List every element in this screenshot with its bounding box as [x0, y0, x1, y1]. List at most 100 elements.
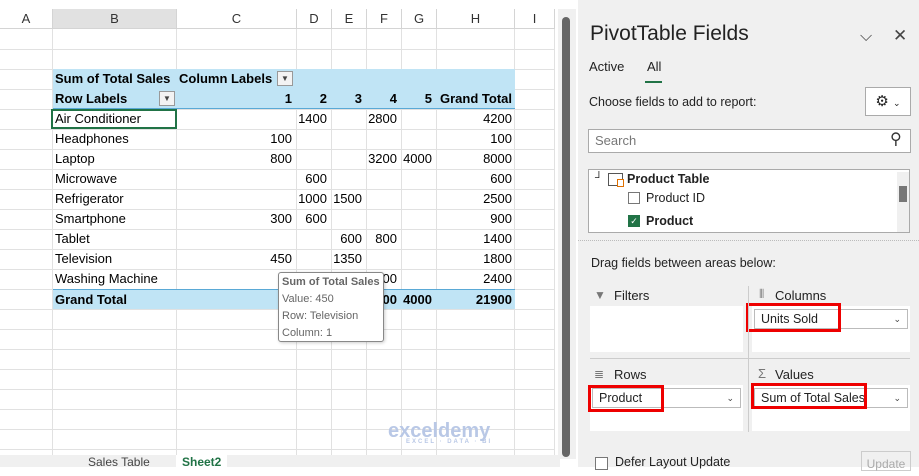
defer-layout-checkbox[interactable] — [595, 457, 608, 470]
row-total-cell[interactable]: 8000 — [483, 149, 512, 169]
row-label[interactable]: Laptop — [55, 149, 95, 169]
pivot-data-row: Tablet 600 800 1400 — [53, 229, 515, 249]
row-total-cell[interactable]: 2500 — [483, 189, 512, 209]
search-input[interactable]: Search — [588, 129, 911, 153]
row-total-cell[interactable]: 900 — [490, 209, 512, 229]
grid-line — [0, 449, 555, 450]
column-header-d[interactable]: D — [297, 9, 332, 29]
row-label[interactable]: Smartphone — [55, 209, 126, 229]
spreadsheet-grid[interactable]: ABCDEFGHI Sum of Total Sales Column Label… — [0, 0, 578, 467]
tab-all[interactable]: All — [647, 59, 661, 74]
tooltip-value: Value: 450 — [282, 293, 334, 305]
field-list: ┘ Product Table Product ID ✓ Product — [588, 169, 910, 233]
column-header-e[interactable]: E — [332, 9, 367, 29]
row-total-cell[interactable]: 2400 — [483, 269, 512, 289]
filters-drop-area[interactable] — [590, 306, 743, 352]
sheet-tab-sales-table[interactable]: Sales Table — [88, 455, 150, 467]
sigma-icon: Σ — [758, 366, 767, 381]
column-key-header: 4 — [389, 91, 397, 106]
column-header-b[interactable]: B — [53, 9, 177, 29]
chevron-down-icon[interactable]: ⌄ — [893, 389, 901, 407]
value-cell[interactable]: 800 — [270, 149, 292, 169]
search-icon[interactable]: ⚲ — [890, 129, 902, 149]
value-cell[interactable]: 2800 — [368, 109, 397, 129]
value-cell[interactable]: 3200 — [368, 149, 397, 169]
grid-line — [0, 409, 555, 410]
close-icon[interactable]: ✕ — [893, 26, 907, 46]
row-label[interactable]: Refrigerator — [55, 189, 124, 209]
value-cell[interactable]: 600 — [340, 229, 362, 249]
pivot-header-row: Sum of Total Sales Column Labels ▼ — [53, 69, 515, 89]
pane-title: PivotTable Fields — [590, 22, 749, 45]
value-cell[interactable]: 4000 — [403, 149, 432, 169]
pivot-data-row: Laptop 800 3200 4000 8000 — [53, 149, 515, 169]
table-icon — [608, 173, 624, 187]
field-label-product-id: Product ID — [646, 191, 706, 205]
filters-area-label: Filters — [614, 288, 650, 303]
row-label[interactable]: Television — [55, 249, 112, 269]
pivot-data-row: Smartphone 300 600 900 — [53, 209, 515, 229]
row-total-cell[interactable]: 600 — [490, 169, 512, 189]
cell-tooltip: Sum of Total Sales Value: 450 Row: Telev… — [278, 272, 384, 342]
gear-icon: ⚙ — [875, 93, 889, 110]
tooltip-column: Column: 1 — [282, 327, 333, 339]
column-header-i[interactable]: I — [515, 9, 555, 29]
pivot-data-row: Television 450 1350 1800 — [53, 249, 515, 269]
value-cell[interactable]: 1350 — [333, 249, 362, 269]
sheet-tab-sheet2[interactable]: Sheet2 — [176, 455, 228, 467]
row-total-cell[interactable]: 100 — [490, 129, 512, 149]
value-cell[interactable]: 1400 — [298, 109, 327, 129]
row-label[interactable]: Washing Machine — [55, 269, 158, 289]
active-tab-indicator — [645, 81, 662, 83]
value-cell[interactable]: 00 — [383, 269, 397, 289]
grid-line — [554, 29, 555, 455]
vertical-scrollbar[interactable] — [558, 9, 576, 459]
field-checkbox-product-id[interactable] — [628, 192, 640, 204]
row-label[interactable]: Tablet — [55, 229, 90, 249]
value-cell[interactable]: 600 — [305, 209, 327, 229]
tab-active[interactable]: Active — [589, 59, 624, 74]
value-cell[interactable]: 1500 — [333, 189, 362, 209]
row-labels-filter-button[interactable]: ▼ — [159, 91, 175, 106]
column-header-g[interactable]: G — [402, 9, 437, 29]
value-cell[interactable]: 1000 — [298, 189, 327, 209]
scrollbar-thumb[interactable] — [562, 17, 570, 457]
settings-gear-button[interactable]: ⚙ ⌄ — [865, 87, 911, 116]
value-cell[interactable]: 800 — [375, 229, 397, 249]
row-total-cell[interactable]: 4200 — [483, 109, 512, 129]
values-area-label: Values — [775, 367, 814, 382]
chevron-down-icon[interactable]: ⌄ — [893, 310, 901, 328]
watermark-logo: exceldemy EXCEL · DATA · BI — [388, 420, 493, 445]
column-key-header: 1 — [284, 91, 292, 106]
row-total-cell[interactable]: 1400 — [483, 229, 512, 249]
row-label[interactable]: Headphones — [55, 129, 129, 149]
rows-icon: ≣ — [594, 367, 605, 381]
columns-icon: ⦀ — [759, 287, 765, 301]
tooltip-row: Row: Television — [282, 310, 359, 322]
update-button[interactable]: Update — [861, 451, 911, 471]
value-cell[interactable]: 600 — [305, 169, 327, 189]
collapse-icon[interactable]: ┘ — [595, 172, 603, 184]
value-cell[interactable]: 450 — [270, 249, 292, 269]
pivot-column-keys-row: Row Labels ▼ 1 2 3 4 5 Grand Total — [53, 89, 515, 109]
tooltip-title: Sum of Total Sales — [282, 276, 380, 288]
chevron-down-icon[interactable]: ⌄ — [726, 389, 734, 407]
column-header-f[interactable]: F — [367, 9, 402, 29]
column-header-a[interactable]: A — [0, 9, 53, 29]
column-labels-filter-button[interactable]: ▼ — [277, 71, 293, 86]
column-header-h[interactable]: H — [437, 9, 515, 29]
value-cell[interactable]: 100 — [270, 129, 292, 149]
field-list-scrollbar[interactable] — [897, 172, 909, 232]
chevron-down-icon[interactable]: ⌵ — [860, 28, 872, 46]
field-checkbox-product[interactable]: ✓ — [628, 215, 640, 227]
filter-icon: ▼ — [594, 288, 606, 302]
row-total-cell[interactable]: 1800 — [483, 249, 512, 269]
grid-line — [0, 49, 555, 50]
column-key-header: 3 — [354, 91, 362, 106]
column-header-c[interactable]: C — [177, 9, 297, 29]
row-label[interactable]: Microwave — [55, 169, 117, 189]
pivot-data-row: Air Conditioner 1400 2800 4200 — [51, 109, 515, 129]
grand-total-cell: 00 — [382, 292, 397, 307]
pivottable-fields-pane: PivotTable Fields ⌵ ✕ Active All Choose … — [578, 0, 919, 471]
value-cell[interactable]: 300 — [270, 209, 292, 229]
